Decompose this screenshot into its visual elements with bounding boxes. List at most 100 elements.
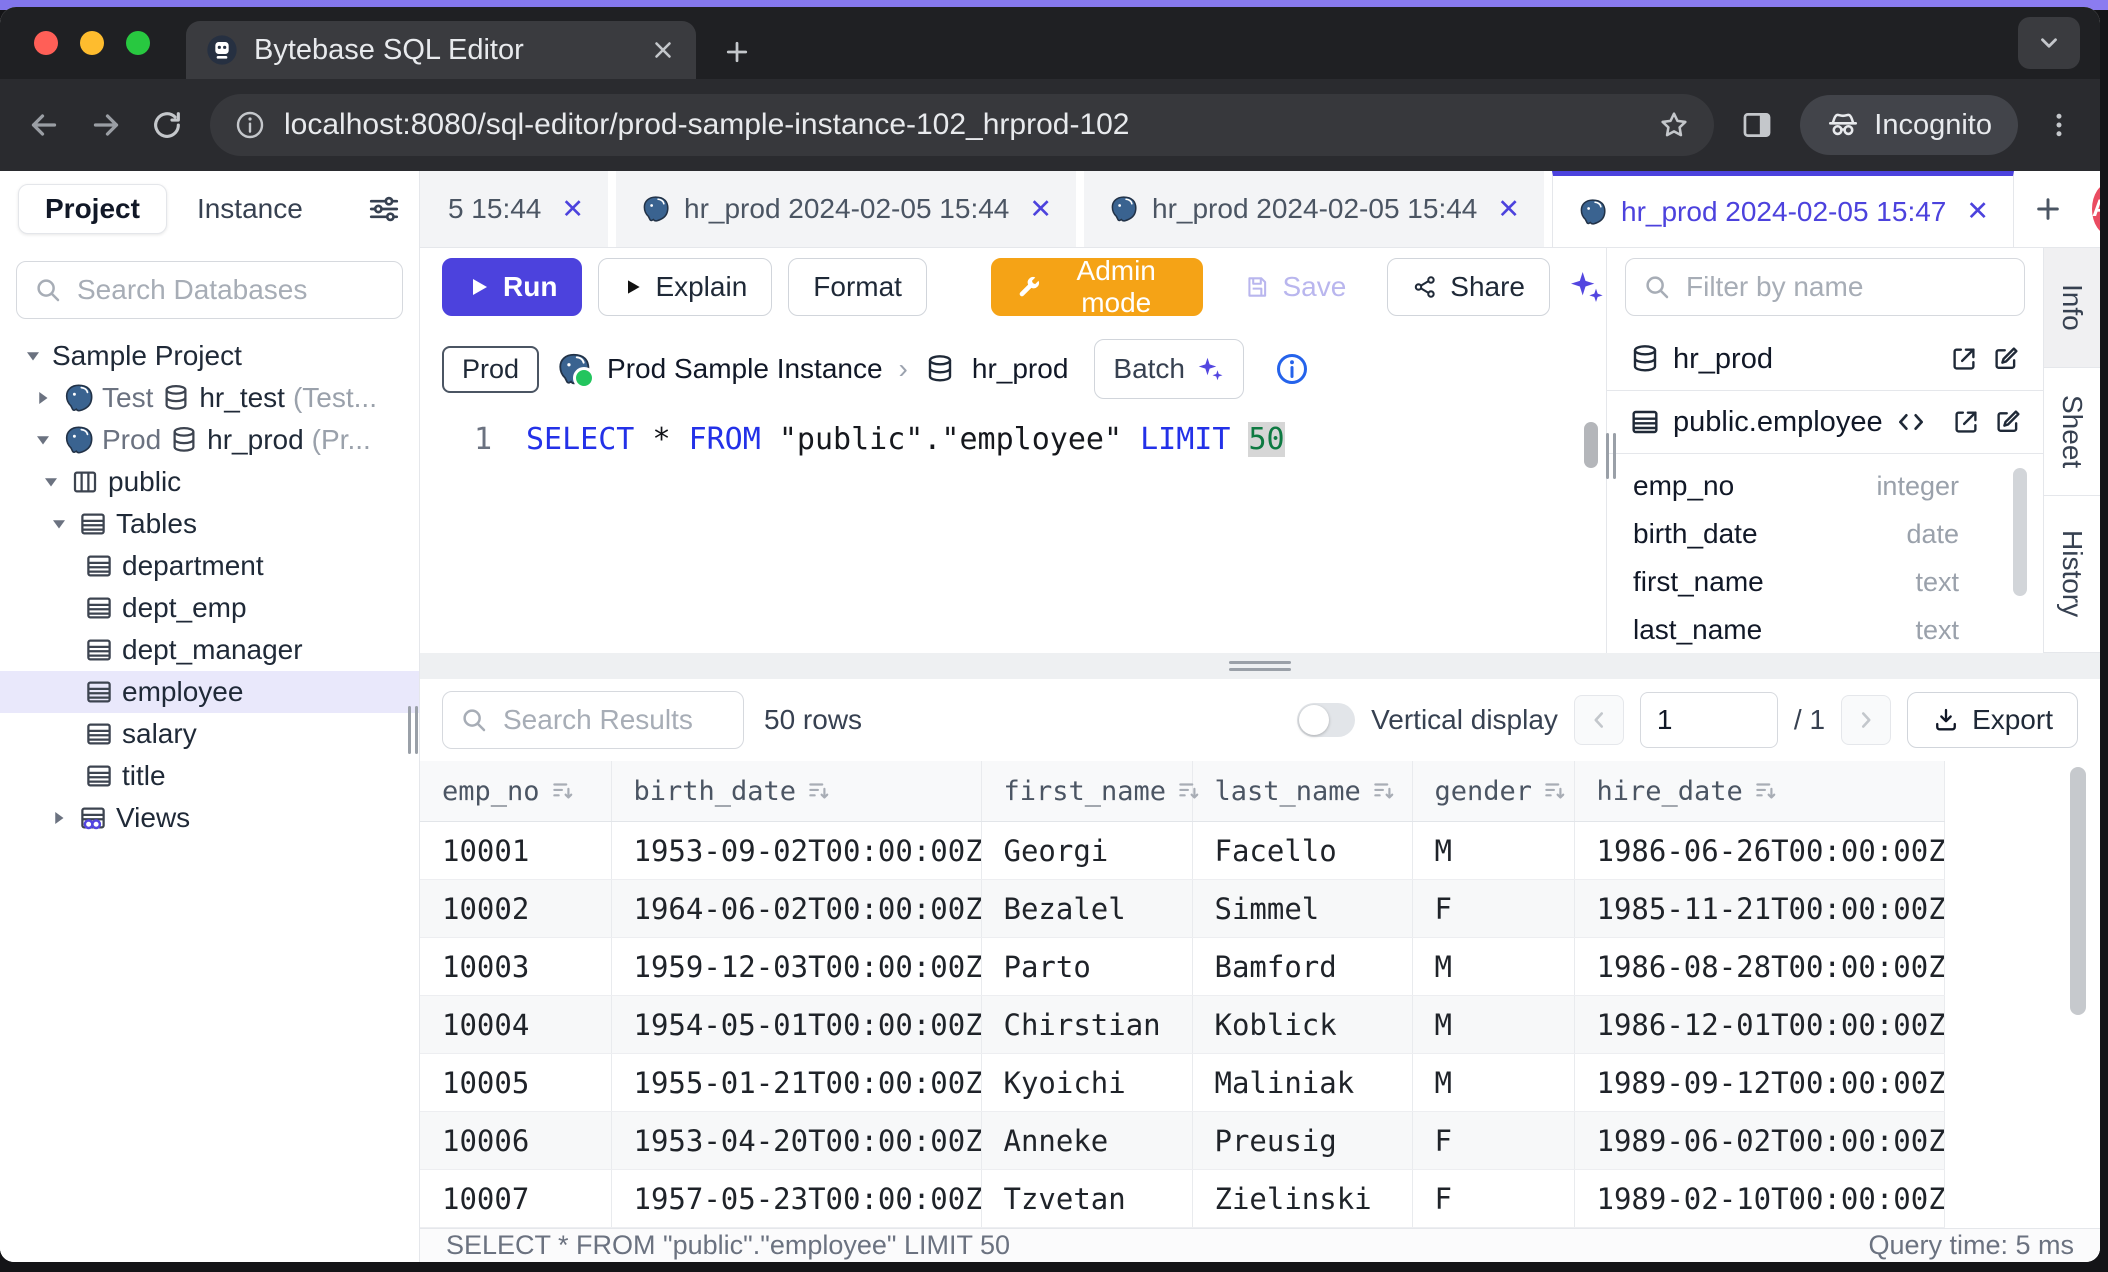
cell[interactable]: F <box>1412 1112 1574 1170</box>
site-info-icon[interactable] <box>234 109 266 141</box>
column-item[interactable]: last_name text <box>1607 606 2043 653</box>
cell[interactable]: 10007 <box>420 1170 611 1228</box>
back-button[interactable] <box>26 107 62 143</box>
zoom-window-button[interactable] <box>126 31 150 55</box>
caret-down-icon[interactable] <box>48 515 70 533</box>
sort-icon[interactable] <box>550 778 576 804</box>
cell[interactable]: Anneke <box>981 1112 1192 1170</box>
close-tab-icon[interactable]: ✕ <box>561 194 584 225</box>
edit-icon[interactable] <box>1993 407 2023 437</box>
tree-item-schema-public[interactable]: public <box>0 461 419 503</box>
cell[interactable]: Maliniak <box>1192 1054 1412 1112</box>
tree-item-views-group[interactable]: Views <box>0 797 419 839</box>
editor-tab-3[interactable]: hr_prod 2024-02-05 15:44 ✕ <box>1084 171 1544 247</box>
table-row[interactable]: 100011953-09-02T00:00:00ZGeorgiFacelloM1… <box>420 822 1944 880</box>
forward-button[interactable] <box>88 107 124 143</box>
share-button[interactable]: Share <box>1387 258 1550 316</box>
tree-item-table-title[interactable]: title <box>0 755 419 797</box>
cell[interactable]: Koblick <box>1192 996 1412 1054</box>
close-tab-icon[interactable]: ✕ <box>1497 194 1520 225</box>
sidebar-resize-handle[interactable] <box>408 706 418 754</box>
instance-name[interactable]: Prod Sample Instance <box>607 353 883 385</box>
bookmark-star-icon[interactable] <box>1658 109 1690 141</box>
database-row[interactable]: hr_prod <box>1607 328 2043 391</box>
sort-icon[interactable] <box>1542 778 1568 804</box>
explain-button[interactable]: Explain <box>598 258 772 316</box>
editor-tab-active[interactable]: hr_prod 2024-02-05 15:47 ✕ <box>1552 171 2014 247</box>
cell[interactable]: 10002 <box>420 880 611 938</box>
horizontal-splitter[interactable] <box>420 653 2100 679</box>
table-row[interactable]: 100061953-04-20T00:00:00ZAnnekePreusigF1… <box>420 1112 1944 1170</box>
cell[interactable]: 1989-06-02T00:00:00Z <box>1574 1112 1944 1170</box>
table-row[interactable]: 100031959-12-03T00:00:00ZPartoBamfordM19… <box>420 938 1944 996</box>
caret-down-icon[interactable] <box>32 431 54 449</box>
cell[interactable]: Bamford <box>1192 938 1412 996</box>
cell[interactable]: 1989-02-10T00:00:00Z <box>1574 1170 1944 1228</box>
sql-editor[interactable]: 1 SELECT * FROM "public"."employee" LIMI… <box>420 412 1606 653</box>
cell[interactable]: 1959-12-03T00:00:00Z <box>611 938 981 996</box>
cell[interactable]: 10003 <box>420 938 611 996</box>
caret-right-icon[interactable] <box>48 809 70 827</box>
cell[interactable]: Chirstian <box>981 996 1192 1054</box>
cell[interactable]: 1986-06-26T00:00:00Z <box>1574 822 1944 880</box>
tree-item-table-salary[interactable]: salary <box>0 713 419 755</box>
column-header[interactable]: emp_no <box>420 761 611 822</box>
cell[interactable]: F <box>1412 880 1574 938</box>
cell[interactable]: 1955-01-21T00:00:00Z <box>611 1054 981 1112</box>
ai-sparkle-icon[interactable] <box>1566 267 1606 307</box>
user-avatar[interactable]: AD <box>2092 183 2100 235</box>
column-header[interactable]: last_name <box>1192 761 1412 822</box>
rail-tab-info[interactable]: Info <box>2044 248 2100 368</box>
schema-filter[interactable] <box>1625 258 2025 316</box>
cell[interactable]: Kyoichi <box>981 1054 1192 1112</box>
reload-button[interactable] <box>150 108 184 142</box>
cell[interactable]: Zielinski <box>1192 1170 1412 1228</box>
filter-settings-icon[interactable] <box>367 192 401 226</box>
cell[interactable]: 1953-04-20T00:00:00Z <box>611 1112 981 1170</box>
cell[interactable]: M <box>1412 996 1574 1054</box>
new-tab-button[interactable] <box>722 37 752 67</box>
editor-scrollbar[interactable] <box>1584 422 1598 468</box>
run-button[interactable]: Run <box>442 258 582 316</box>
panel-scrollbar[interactable] <box>2013 468 2027 596</box>
cell[interactable]: 10001 <box>420 822 611 880</box>
editor-tab-2[interactable]: hr_prod 2024-02-05 15:44 ✕ <box>616 171 1076 247</box>
new-query-tab-button[interactable] <box>2022 193 2074 225</box>
cell[interactable]: Preusig <box>1192 1112 1412 1170</box>
column-header[interactable]: gender <box>1412 761 1574 822</box>
sort-icon[interactable] <box>1371 778 1397 804</box>
info-circle-icon[interactable] <box>1274 351 1310 387</box>
close-tab-icon[interactable] <box>650 37 676 63</box>
table-row[interactable]: 100051955-01-21T00:00:00ZKyoichiMaliniak… <box>420 1054 1944 1112</box>
admin-mode-button[interactable]: Admin mode <box>991 258 1203 316</box>
close-tab-icon[interactable]: ✕ <box>1966 196 1989 227</box>
tree-item-table-department[interactable]: department <box>0 545 419 587</box>
results-search[interactable] <box>442 691 744 749</box>
cell[interactable]: M <box>1412 822 1574 880</box>
tree-item-tables-group[interactable]: Tables <box>0 503 419 545</box>
table-row[interactable]: 100071957-05-23T00:00:00ZTzvetanZielinsk… <box>420 1170 1944 1228</box>
cell[interactable]: 10004 <box>420 996 611 1054</box>
cell[interactable]: 1953-09-02T00:00:00Z <box>611 822 981 880</box>
rail-tab-sheet[interactable]: Sheet <box>2044 368 2100 496</box>
cell[interactable]: 10006 <box>420 1112 611 1170</box>
close-window-button[interactable] <box>34 31 58 55</box>
table-row[interactable]: 100021964-06-02T00:00:00ZBezalelSimmelF1… <box>420 880 1944 938</box>
database-name[interactable]: hr_prod <box>972 353 1069 385</box>
sort-icon[interactable] <box>806 778 832 804</box>
sort-icon[interactable] <box>1176 778 1202 804</box>
external-link-icon[interactable] <box>1951 407 1981 437</box>
caret-down-icon[interactable] <box>22 347 44 365</box>
code-icon[interactable] <box>1895 406 1927 438</box>
cell[interactable]: 1985-11-21T00:00:00Z <box>1574 880 1944 938</box>
environment-chip[interactable]: Prod <box>442 346 539 393</box>
caret-down-icon[interactable] <box>40 473 62 491</box>
save-button[interactable]: Save <box>1219 258 1371 316</box>
schema-filter-input[interactable] <box>1684 270 2008 304</box>
minimize-window-button[interactable] <box>80 31 104 55</box>
column-item[interactable]: birth_date date <box>1607 510 2043 558</box>
page-number-input[interactable] <box>1640 692 1778 748</box>
sort-icon[interactable] <box>1753 778 1779 804</box>
external-link-icon[interactable] <box>1949 344 1979 374</box>
close-tab-icon[interactable]: ✕ <box>1029 194 1052 225</box>
